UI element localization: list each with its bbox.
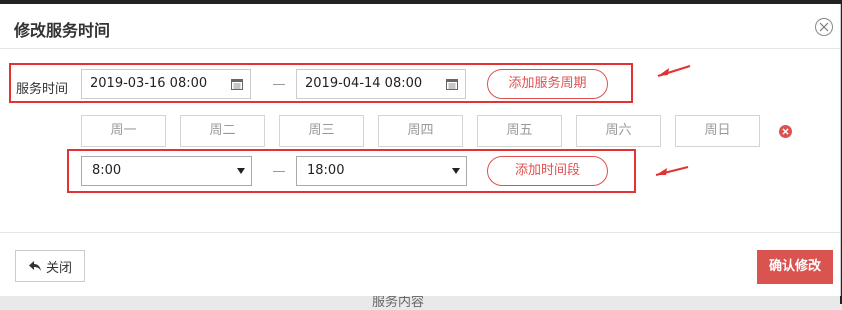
remove-period-icon[interactable] — [779, 125, 792, 138]
add-service-period-button[interactable]: 添加服务周期 — [487, 69, 608, 99]
annotation-arrow-icon — [655, 166, 689, 176]
modal-header: 修改服务时间 — [0, 4, 840, 49]
add-time-slot-button[interactable]: 添加时间段 — [487, 156, 608, 186]
close-icon[interactable] — [815, 18, 833, 36]
footer-divider — [0, 232, 840, 233]
end-time-select[interactable]: 18:00 — [296, 156, 467, 186]
end-date-value: 2019-04-14 08:00 — [305, 76, 423, 91]
weekday-fri-button[interactable]: 周五 — [477, 115, 562, 147]
start-time-select[interactable]: 8:00 — [81, 156, 252, 186]
annotation-arrow-icon — [657, 65, 691, 77]
weekday-wed-button[interactable]: 周三 — [279, 115, 364, 147]
calendar-icon[interactable] — [231, 78, 243, 90]
end-time-value: 18:00 — [307, 163, 345, 178]
weekday-tue-button[interactable]: 周二 — [180, 115, 265, 147]
start-time-value: 8:00 — [92, 163, 122, 178]
weekday-sat-button[interactable]: 周六 — [576, 115, 661, 147]
reply-arrow-icon — [28, 261, 41, 271]
calendar-icon[interactable] — [446, 78, 458, 90]
confirm-edit-button[interactable]: 确认修改 — [757, 250, 833, 284]
time-range-dash — [273, 171, 285, 172]
close-button[interactable]: 关闭 — [15, 250, 85, 282]
start-date-input[interactable]: 2019-03-16 08:00 — [81, 69, 251, 99]
close-button-label: 关闭 — [45, 260, 72, 276]
weekday-mon-button[interactable]: 周一 — [81, 115, 166, 147]
weekday-thu-button[interactable]: 周四 — [378, 115, 463, 147]
end-date-input[interactable]: 2019-04-14 08:00 — [296, 69, 466, 99]
weekday-sun-button[interactable]: 周日 — [675, 115, 760, 147]
modal-title: 修改服务时间 — [14, 21, 111, 40]
modal-dialog: 修改服务时间 服务时间 2019-03-16 08:00 2019-04-14 … — [0, 4, 841, 296]
start-date-value: 2019-03-16 08:00 — [90, 76, 208, 91]
date-range-dash — [273, 84, 285, 85]
chevron-down-icon — [452, 168, 460, 174]
chevron-down-icon — [237, 168, 245, 174]
service-time-label: 服务时间 — [16, 82, 69, 97]
